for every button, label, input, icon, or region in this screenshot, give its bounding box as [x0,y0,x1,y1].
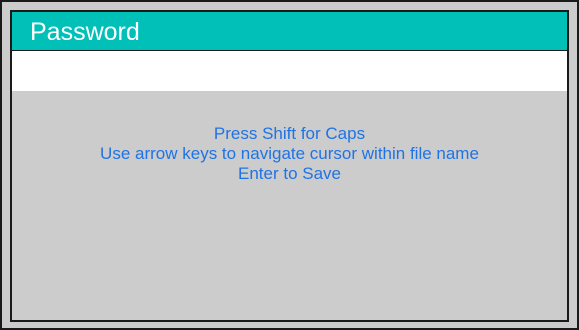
password-dialog: Password Press Shift for Caps Use arrow … [10,10,569,322]
password-input[interactable] [12,51,567,91]
instructions-panel: Press Shift for Caps Use arrow keys to n… [12,124,567,184]
title-bar: Password [12,12,567,51]
instruction-arrow-keys: Use arrow keys to navigate cursor within… [100,144,479,163]
instruction-shift-caps: Press Shift for Caps [213,124,366,143]
dialog-outer-frame: Password Press Shift for Caps Use arrow … [0,0,579,330]
dialog-title: Password [30,18,140,46]
instruction-enter-save: Enter to Save [237,164,341,183]
